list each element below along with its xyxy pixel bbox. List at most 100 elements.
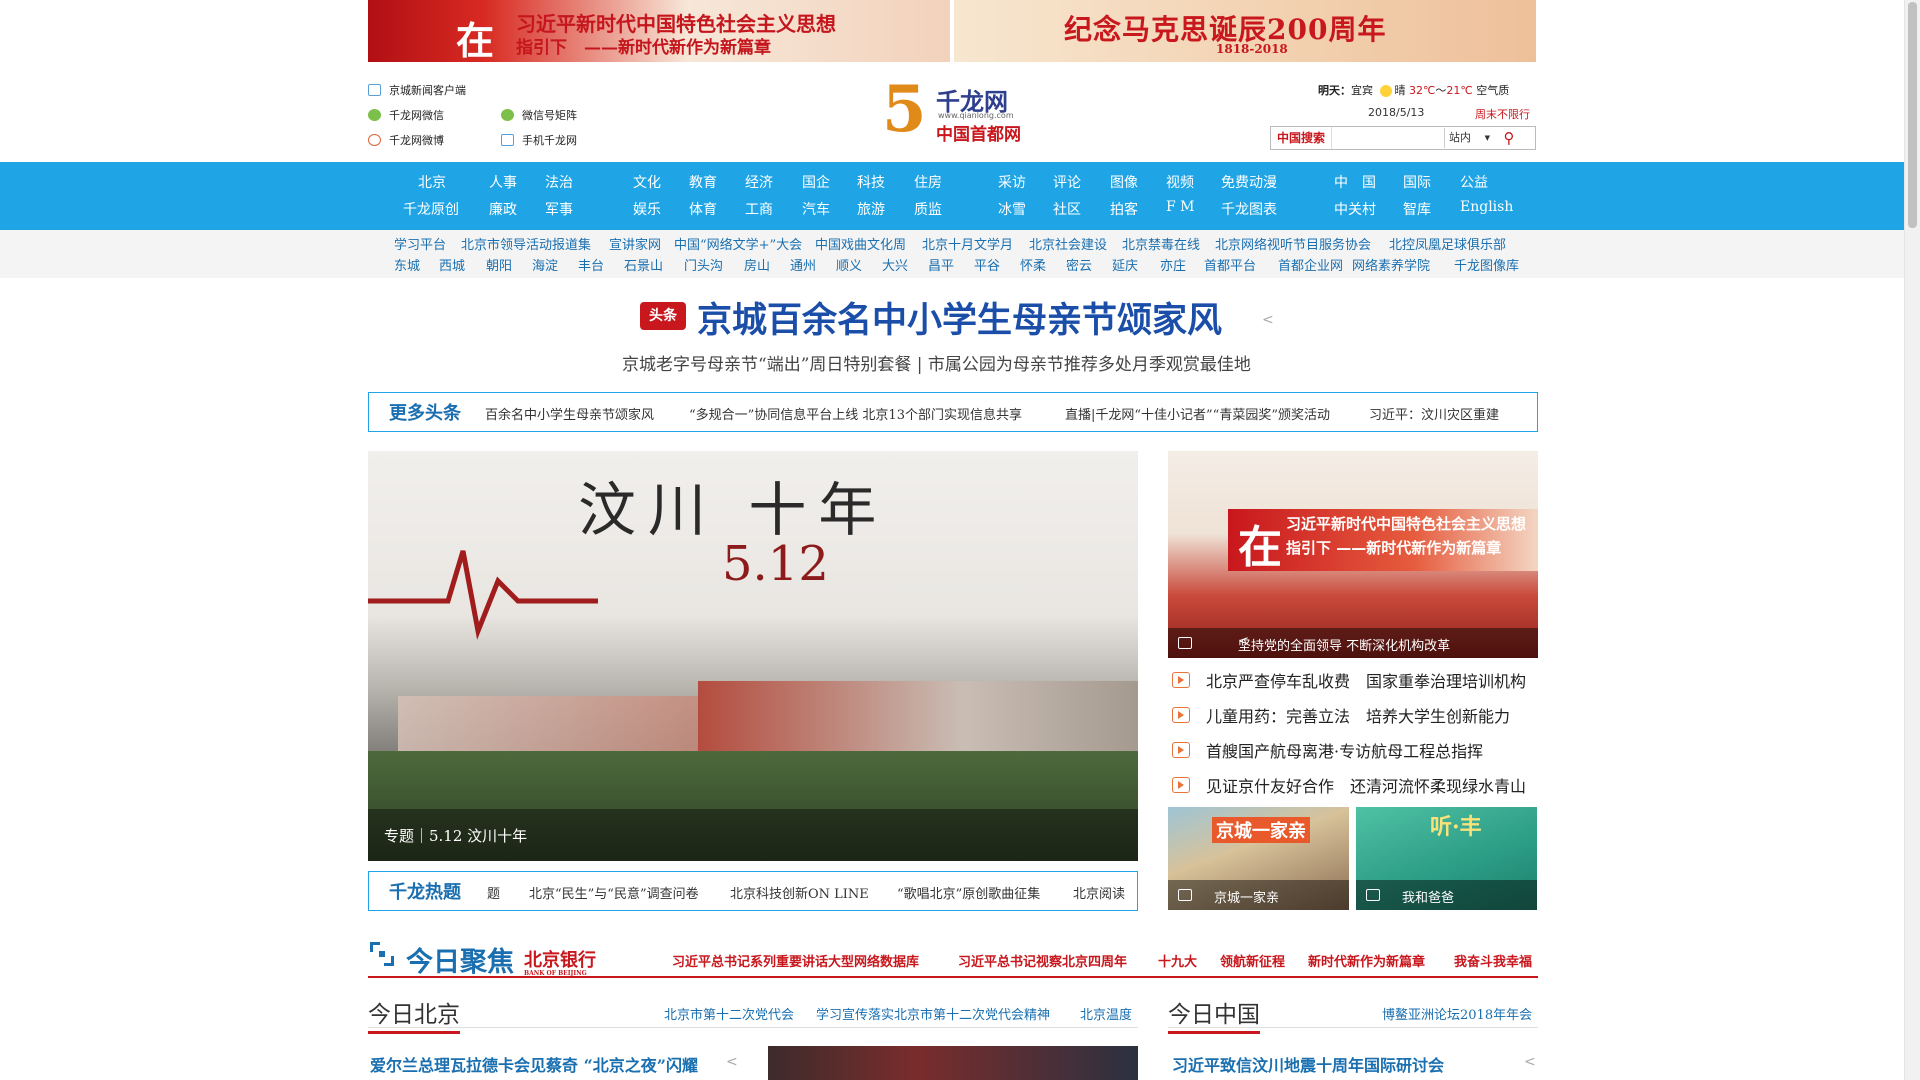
- hot-topics-label[interactable]: 千龙热题: [389, 878, 461, 904]
- more-headlines-label[interactable]: 更多头条: [389, 399, 461, 425]
- focus-link[interactable]: 我奋斗我幸福: [1454, 951, 1532, 970]
- nav-item[interactable]: 千龙原创: [403, 199, 459, 219]
- section-link[interactable]: 博鳌亚洲论坛2018年年会: [1382, 1004, 1532, 1023]
- nav-item[interactable]: 廉政: [489, 199, 517, 219]
- page-scrollbar[interactable]: [1904, 0, 1920, 1080]
- video-thumb[interactable]: 听·丰 我和爸爸: [1356, 807, 1537, 910]
- quick-link[interactable]: 中国“网络文学+”大会: [674, 234, 802, 253]
- share-icon[interactable]: <: [1524, 1054, 1536, 1070]
- district-link[interactable]: 首都企业网: [1278, 255, 1343, 274]
- headline-title[interactable]: 京城百余名中小学生母亲节颂家风: [697, 292, 1222, 343]
- more-headline-item[interactable]: 百余名中小学生母亲节颂家风: [485, 404, 654, 423]
- nav-item[interactable]: 中 国: [1334, 172, 1376, 192]
- video-list-item[interactable]: 儿童用药：完善立法 培养大学生创新能力: [1172, 703, 1510, 727]
- nav-item[interactable]: 国际: [1403, 172, 1431, 192]
- share-icon[interactable]: <: [726, 1054, 738, 1070]
- nav-item[interactable]: 拍客: [1110, 199, 1138, 219]
- section-link[interactable]: 北京温度: [1080, 1004, 1132, 1023]
- quick-link[interactable]: 北京十月文学月: [922, 234, 1013, 253]
- video-thumb[interactable]: 京城一家亲 京城一家亲: [1168, 807, 1349, 910]
- district-link[interactable]: 平谷: [974, 255, 1000, 274]
- video-list-item[interactable]: 北京严查停车乱收费 国家重拳治理培训机构: [1172, 668, 1526, 692]
- nav-item[interactable]: 军事: [545, 199, 573, 219]
- banner-xi-thought[interactable]: 在 习近平新时代中国特色社会主义思想 指引下 ——新时代新作为新篇章: [368, 0, 950, 62]
- section-title[interactable]: 今日中国: [1168, 995, 1260, 1034]
- district-link[interactable]: 昌平: [928, 255, 954, 274]
- nav-item[interactable]: 冰雪: [998, 199, 1026, 219]
- search-scope-select[interactable]: 站内: [1444, 128, 1494, 148]
- district-link[interactable]: 房山: [744, 255, 770, 274]
- district-link[interactable]: 海淀: [532, 255, 558, 274]
- beijing-story-image[interactable]: [768, 1046, 1138, 1080]
- hot-topic-item[interactable]: 北京“民生”与“民意”调查问卷: [529, 883, 699, 902]
- district-link[interactable]: 门头沟: [684, 255, 723, 274]
- quick-link[interactable]: 北京市领导活动报道集: [461, 234, 591, 253]
- slider-caption[interactable]: 专题｜5.12 汶川十年: [384, 825, 527, 846]
- nav-item[interactable]: 图像: [1110, 172, 1138, 192]
- hot-topic-item[interactable]: 北京科技创新ON LINE: [730, 883, 869, 902]
- nav-item[interactable]: 经济: [745, 172, 773, 192]
- district-link[interactable]: 朝阳: [486, 255, 512, 274]
- quick-link[interactable]: 北京社会建设: [1029, 234, 1107, 253]
- nav-item[interactable]: F M: [1166, 199, 1195, 215]
- video-list-item[interactable]: 见证京什友好合作 还清河流怀柔现绿水青山: [1172, 773, 1526, 797]
- nav-item[interactable]: 采访: [998, 172, 1026, 192]
- right-feature-image[interactable]: 在 习近平新时代中国特色社会主义思想 指引下 ——新时代新作为新篇章 坚持党的全…: [1168, 451, 1538, 658]
- district-link[interactable]: 东城: [394, 255, 420, 274]
- district-link[interactable]: 通州: [790, 255, 816, 274]
- nav-item[interactable]: 评论: [1053, 172, 1081, 192]
- bank-of-beijing-logo[interactable]: 北京银行 BANK OF BEIJING: [524, 946, 596, 977]
- section-link[interactable]: 北京市第十二次党代会: [664, 1004, 794, 1023]
- share-icon[interactable]: <: [1238, 634, 1526, 649]
- header-link-wechat[interactable]: 千龙网微信: [368, 107, 444, 123]
- scrollbar-thumb[interactable]: [1908, 2, 1917, 228]
- district-link[interactable]: 首都平台: [1204, 255, 1256, 274]
- header-link-weibo[interactable]: 千龙网微博: [368, 132, 444, 148]
- search-button[interactable]: ⚲: [1494, 127, 1524, 149]
- nav-item[interactable]: 质监: [914, 199, 942, 219]
- focus-link[interactable]: 新时代新作为新篇章: [1308, 951, 1425, 970]
- nav-item[interactable]: 社区: [1053, 199, 1081, 219]
- district-link[interactable]: 西城: [439, 255, 465, 274]
- share-icon[interactable]: <: [1262, 312, 1274, 328]
- district-link[interactable]: 亦庄: [1160, 255, 1186, 274]
- header-link-wechat-matrix[interactable]: 微信号矩阵: [501, 107, 577, 123]
- header-link-news-app[interactable]: 京城新闻客户端: [368, 82, 466, 98]
- quick-link[interactable]: 学习平台: [394, 234, 446, 253]
- header-link-mobile[interactable]: 手机千龙网: [501, 132, 577, 148]
- nav-item[interactable]: 视频: [1166, 172, 1194, 192]
- hot-topic-item[interactable]: 北京阅读: [1073, 883, 1125, 902]
- search-input[interactable]: [1332, 127, 1445, 149]
- district-link[interactable]: 怀柔: [1020, 255, 1046, 274]
- site-logo[interactable]: 5 千龙网 www.qianlong.com 中国首都网: [880, 76, 1030, 156]
- district-link[interactable]: 千龙图像库: [1454, 255, 1519, 274]
- more-headline-item[interactable]: 习近平：汶川灾区重建: [1369, 404, 1499, 423]
- nav-item[interactable]: 智库: [1403, 199, 1431, 219]
- nav-item[interactable]: 国企: [802, 172, 830, 192]
- quick-link[interactable]: 北京禁毒在线: [1122, 234, 1200, 253]
- nav-item[interactable]: 科技: [857, 172, 885, 192]
- nav-item[interactable]: 旅游: [857, 199, 885, 219]
- nav-item[interactable]: 千龙图表: [1221, 199, 1277, 219]
- quick-link[interactable]: 中国戏曲文化周: [815, 234, 906, 253]
- focus-link[interactable]: 领航新征程: [1220, 951, 1285, 970]
- focus-link[interactable]: 习近平总书记视察北京四周年: [958, 951, 1127, 970]
- district-link[interactable]: 密云: [1066, 255, 1092, 274]
- district-link[interactable]: 顺义: [836, 255, 862, 274]
- nav-item[interactable]: 工商: [745, 199, 773, 219]
- nav-item[interactable]: 汽车: [802, 199, 830, 219]
- district-link[interactable]: 网络素养学院: [1352, 255, 1430, 274]
- focus-link[interactable]: 习近平总书记系列重要讲话大型网络数据库: [672, 951, 919, 970]
- district-link[interactable]: 丰台: [578, 255, 604, 274]
- district-link[interactable]: 大兴: [882, 255, 908, 274]
- more-headline-item[interactable]: 直播|千龙网“十佳小记者”“青菜园奖”颁奖活动: [1065, 404, 1330, 423]
- quick-link[interactable]: 北京网络视听节目服务协会: [1215, 234, 1371, 253]
- nav-item[interactable]: 人事: [489, 172, 517, 192]
- quick-link[interactable]: 宣讲家网: [609, 234, 661, 253]
- nav-item[interactable]: 文化: [633, 172, 661, 192]
- section-title[interactable]: 今日北京: [368, 995, 460, 1034]
- nav-item[interactable]: 住房: [914, 172, 942, 192]
- nav-item[interactable]: English: [1460, 199, 1513, 215]
- district-link[interactable]: 延庆: [1112, 255, 1138, 274]
- feature-slider[interactable]: 汶川 十年 5.12 专题｜5.12 汶川十年: [368, 451, 1138, 861]
